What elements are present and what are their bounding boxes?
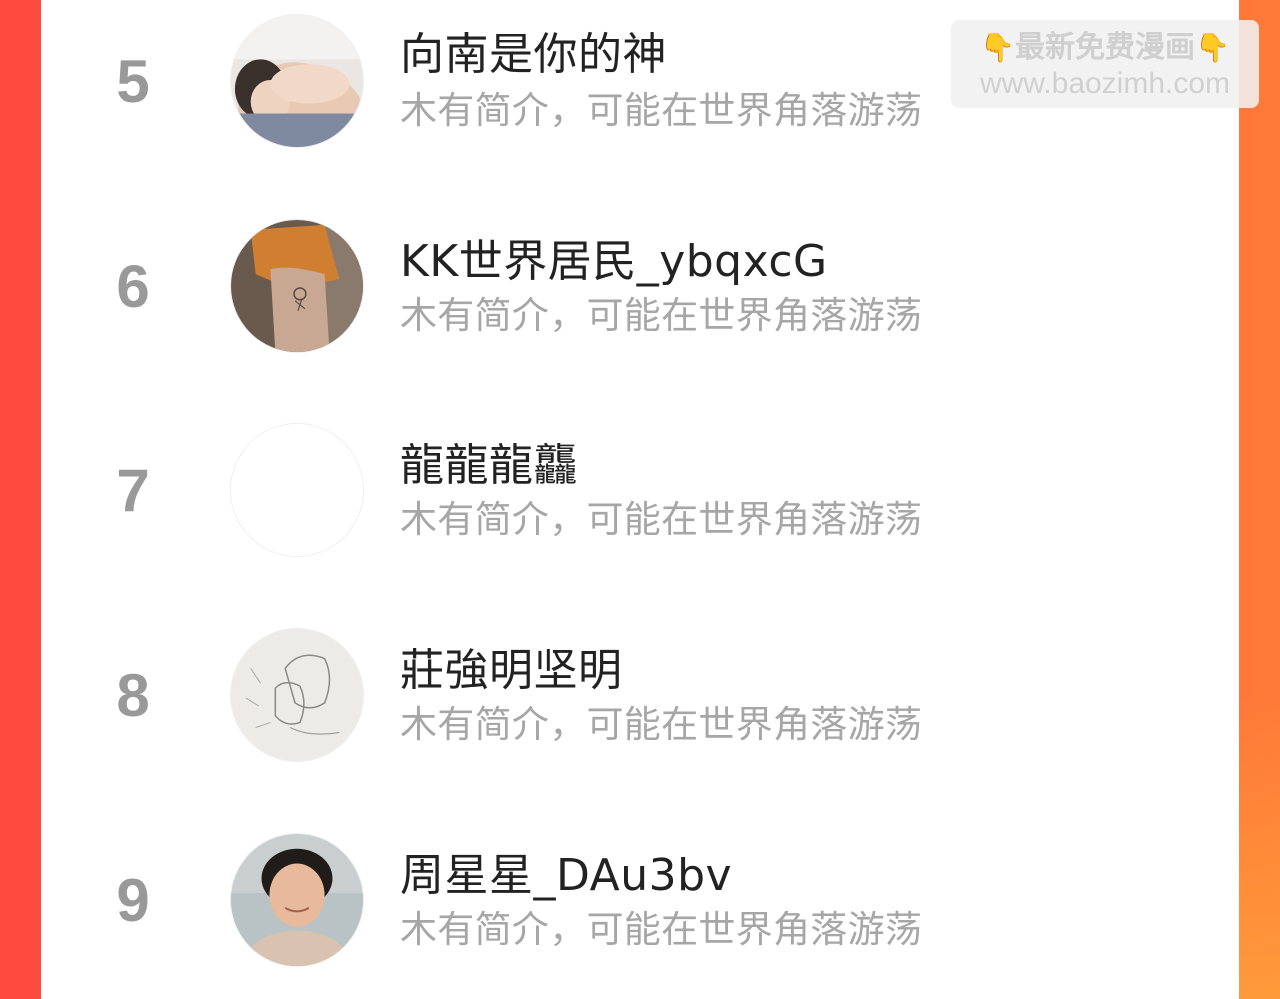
user-description: 木有简介，可能在世界角落游荡 [400, 908, 923, 951]
user-name[interactable]: 莊強明坚明 [400, 634, 623, 698]
user-name[interactable]: KK世界居民_ybqxcG [400, 225, 828, 289]
list-item[interactable]: 8 莊強明坚明 木有简介，可能在世界角落游荡 [41, 614, 1239, 774]
avatar-image [231, 424, 363, 556]
pointing-down-icon: 👇 [980, 31, 1015, 64]
user-description: 木有简介，可能在世界角落游荡 [400, 703, 923, 746]
rank-number: 6 [116, 253, 150, 320]
list-item[interactable]: 9 周星星_DAu3bv 木有简介，可能在世界角落游荡 [41, 819, 1239, 979]
avatar[interactable] [230, 14, 364, 148]
rank-number: 7 [116, 457, 150, 524]
watermark-title: 👇最新免费漫画👇 [951, 30, 1259, 66]
avatar[interactable] [230, 628, 364, 762]
avatar[interactable] [230, 423, 364, 557]
avatar-image [231, 220, 363, 352]
user-description: 木有简介，可能在世界角落游荡 [400, 89, 923, 132]
watermark-title-text: 最新免费漫画 [1015, 30, 1195, 65]
user-name[interactable]: 向南是你的神 [400, 18, 667, 82]
watermark-url: www.baozimh.com [979, 67, 1231, 100]
rank-number: 8 [116, 662, 150, 729]
ranking-list: 5 向南是你的神 木有简介，可能在世界角落游荡 6 KK世界居民_ybqxcG … [41, 0, 1239, 999]
watermark-badge: 👇最新免费漫画👇 www.baozimh.com [951, 20, 1259, 108]
list-item[interactable]: 6 KK世界居民_ybqxcG 木有简介，可能在世界角落游荡 [41, 205, 1239, 365]
pointing-down-icon: 👇 [1195, 31, 1230, 64]
avatar[interactable] [230, 833, 364, 967]
page: 5 向南是你的神 木有简介，可能在世界角落游荡 6 KK世界居民_ybqxcG … [0, 0, 1280, 999]
avatar-image [231, 15, 363, 147]
user-name[interactable]: 龍龍龍龘 [400, 429, 578, 493]
user-description: 木有简介，可能在世界角落游荡 [400, 294, 923, 337]
avatar-image [231, 629, 363, 761]
list-item[interactable]: 7 龍龍龍龘 木有简介，可能在世界角落游荡 [41, 409, 1239, 569]
rank-number: 9 [116, 867, 150, 934]
user-name[interactable]: 周星星_DAu3bv [400, 839, 732, 903]
avatar[interactable] [230, 219, 364, 353]
avatar-image [231, 834, 363, 966]
rank-number: 5 [116, 48, 150, 115]
user-description: 木有简介，可能在世界角落游荡 [400, 498, 923, 541]
